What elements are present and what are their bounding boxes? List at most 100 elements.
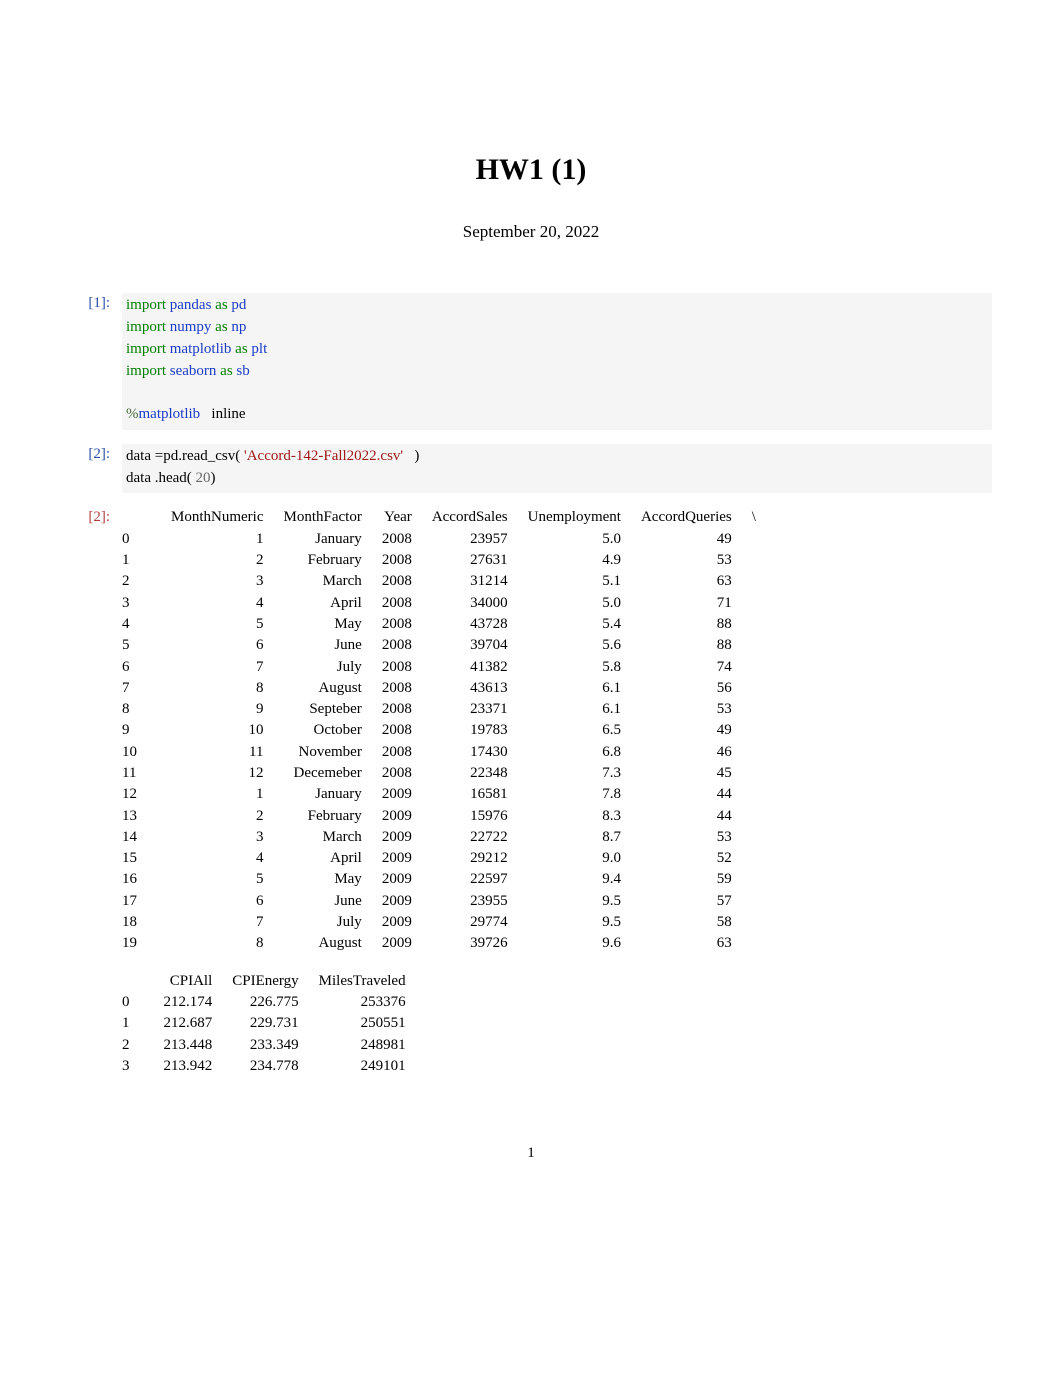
table-cell: 2	[161, 806, 273, 827]
table-cell: 2008	[372, 529, 422, 550]
table-cell: 2	[122, 571, 161, 592]
table-row: 0212.174226.775253376	[122, 992, 416, 1013]
table-cell: 52	[631, 848, 742, 869]
table-row: 198August2009397269.663	[122, 933, 766, 954]
dataframe-table-1: MonthNumericMonthFactorYearAccordSalesUn…	[122, 507, 766, 954]
table-cell: 8	[122, 699, 161, 720]
table-cell: July	[273, 657, 371, 678]
dataframe-table-2: CPIAllCPIEnergyMilesTraveled0212.174226.…	[122, 971, 416, 1077]
table-cell: 8.7	[518, 827, 631, 848]
table-header-row: CPIAllCPIEnergyMilesTraveled	[122, 971, 416, 992]
table-cell: 7	[161, 912, 273, 933]
table-cell: 2008	[372, 699, 422, 720]
table-cell: July	[273, 912, 371, 933]
table-cell: 43728	[422, 614, 518, 635]
table-cell: 12	[122, 784, 161, 805]
table-cell: 4	[122, 614, 161, 635]
table-cell: 57	[631, 891, 742, 912]
table-cell: 2009	[372, 912, 422, 933]
table-cell: 0	[122, 529, 161, 550]
table-row: 121January2009165817.844	[122, 784, 766, 805]
table-cell: 5	[161, 869, 273, 890]
table-cell: 226.775	[222, 992, 308, 1013]
table-cell: 1	[122, 550, 161, 571]
table-cell: 56	[631, 678, 742, 699]
table-header-cell: AccordQueries	[631, 507, 742, 528]
table-cell: 2	[161, 550, 273, 571]
code-cell-2: [2]: data =pd.read_csv( 'Accord-142-Fall…	[70, 444, 992, 494]
table-cell: 31214	[422, 571, 518, 592]
table-cell: 6	[122, 657, 161, 678]
table-cell: 9.0	[518, 848, 631, 869]
table-cell: 1	[122, 1013, 154, 1034]
table-cell: 45	[631, 763, 742, 784]
table-cell: 12	[161, 763, 273, 784]
table-row: 3213.942234.778249101	[122, 1056, 416, 1077]
table-cell: August	[273, 678, 371, 699]
table-cell: 58	[631, 912, 742, 933]
table-cell: 212.687	[154, 1013, 223, 1034]
table-cell: 71	[631, 593, 742, 614]
table-cell: 29774	[422, 912, 518, 933]
table-cell: 63	[631, 571, 742, 592]
table-cell: 7	[161, 657, 273, 678]
table-cell: May	[273, 869, 371, 890]
table-cell: 27631	[422, 550, 518, 571]
table-cell: January	[273, 784, 371, 805]
table-header-cell: MonthFactor	[273, 507, 371, 528]
table-cell: 5.4	[518, 614, 631, 635]
code-line	[126, 382, 988, 404]
continuation-mark: \	[742, 507, 766, 528]
prompt-out-2: [2]:	[70, 507, 122, 1093]
table-row: 1112Decemeber2008223487.345	[122, 763, 766, 784]
table-cell: Septeber	[273, 699, 371, 720]
table-cell: February	[273, 550, 371, 571]
table-cell: 229.731	[222, 1013, 308, 1034]
table-row: 45May2008437285.488	[122, 614, 766, 635]
table-header-cell: MonthNumeric	[161, 507, 273, 528]
table-cell: 0	[122, 992, 154, 1013]
table-cell: 4	[161, 593, 273, 614]
table-cell: 3	[161, 571, 273, 592]
table-cell: 2009	[372, 848, 422, 869]
table-cell: 2008	[372, 720, 422, 741]
table-cell: 3	[122, 1056, 154, 1077]
table-header-cell: Unemployment	[518, 507, 631, 528]
table-cell: 19	[122, 933, 161, 954]
table-row: 910October2008197836.549	[122, 720, 766, 741]
table-cell: 17	[122, 891, 161, 912]
table-cell: 6.1	[518, 678, 631, 699]
table-cell: 2008	[372, 657, 422, 678]
table-cell: 233.349	[222, 1035, 308, 1056]
table-cell: 16	[122, 869, 161, 890]
table-cell: 59	[631, 869, 742, 890]
table-row: 143March2009227228.753	[122, 827, 766, 848]
table-cell: 19783	[422, 720, 518, 741]
table-cell: April	[273, 848, 371, 869]
table-row: 12February2008276314.953	[122, 550, 766, 571]
table-cell: 23957	[422, 529, 518, 550]
table-cell: 250551	[309, 1013, 416, 1034]
table-cell: 249101	[309, 1056, 416, 1077]
table-cell: 213.942	[154, 1056, 223, 1077]
table-cell: 212.174	[154, 992, 223, 1013]
code-line: import numpy as np	[126, 317, 988, 339]
table-cell: 14	[122, 827, 161, 848]
table-cell: February	[273, 806, 371, 827]
table-header-cell: CPIEnergy	[222, 971, 308, 992]
table-cell: 49	[631, 720, 742, 741]
table-cell: May	[273, 614, 371, 635]
table-cell: 9	[161, 699, 273, 720]
table-row: 154April2009292129.052	[122, 848, 766, 869]
table-cell: 1	[161, 784, 273, 805]
table-cell: 41382	[422, 657, 518, 678]
table-row: 34April2008340005.071	[122, 593, 766, 614]
table-cell: 10	[122, 742, 161, 763]
table-cell: 74	[631, 657, 742, 678]
table-cell: 4.9	[518, 550, 631, 571]
table-cell: 5.6	[518, 635, 631, 656]
table-cell: 5.0	[518, 529, 631, 550]
table-cell: 11	[122, 763, 161, 784]
table-cell: 2008	[372, 593, 422, 614]
dataframe-output: MonthNumericMonthFactorYearAccordSalesUn…	[122, 507, 992, 1093]
